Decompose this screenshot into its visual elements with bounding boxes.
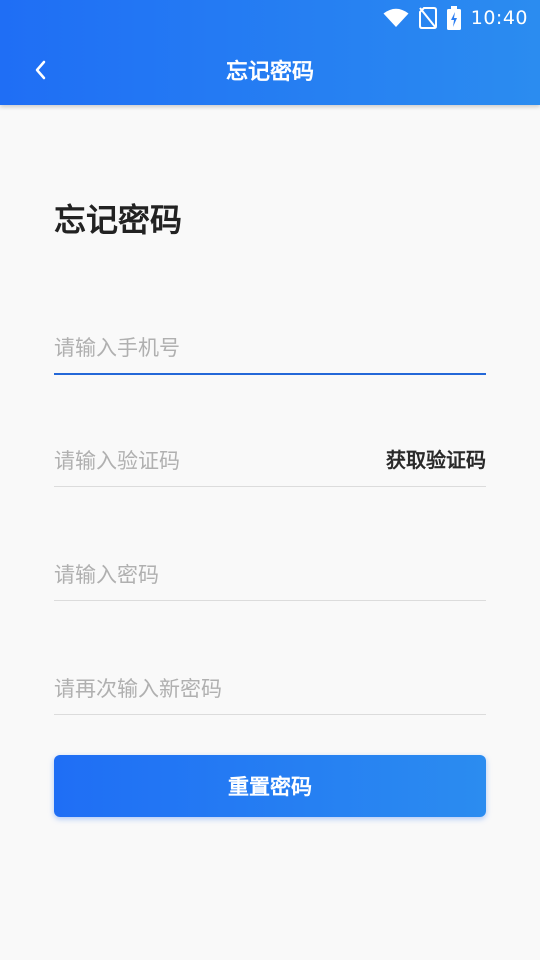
wifi-icon	[383, 8, 409, 27]
verification-code-input[interactable]	[54, 436, 354, 486]
password-input[interactable]	[54, 550, 486, 600]
page-title: 忘记密码	[54, 201, 183, 239]
reset-password-button[interactable]: 重置密码	[54, 755, 486, 817]
no-sim-icon	[418, 7, 437, 29]
confirm-password-input[interactable]	[54, 664, 486, 714]
status-bar: 10:40	[0, 0, 540, 36]
toolbar: 忘记密码	[0, 36, 540, 105]
verification-code-field: 获取验证码	[54, 436, 486, 487]
battery-charging-icon	[446, 6, 461, 30]
get-code-button[interactable]: 获取验证码	[378, 444, 486, 473]
toolbar-title: 忘记密码	[225, 60, 314, 85]
phone-input[interactable]	[54, 323, 486, 373]
password-field	[54, 550, 486, 601]
phone-field	[54, 323, 486, 375]
confirm-password-field	[54, 664, 486, 715]
status-time: 10:40	[470, 7, 528, 29]
status-icons: 10:40	[383, 6, 528, 30]
app-header: 10:40 忘记密码	[0, 0, 540, 105]
